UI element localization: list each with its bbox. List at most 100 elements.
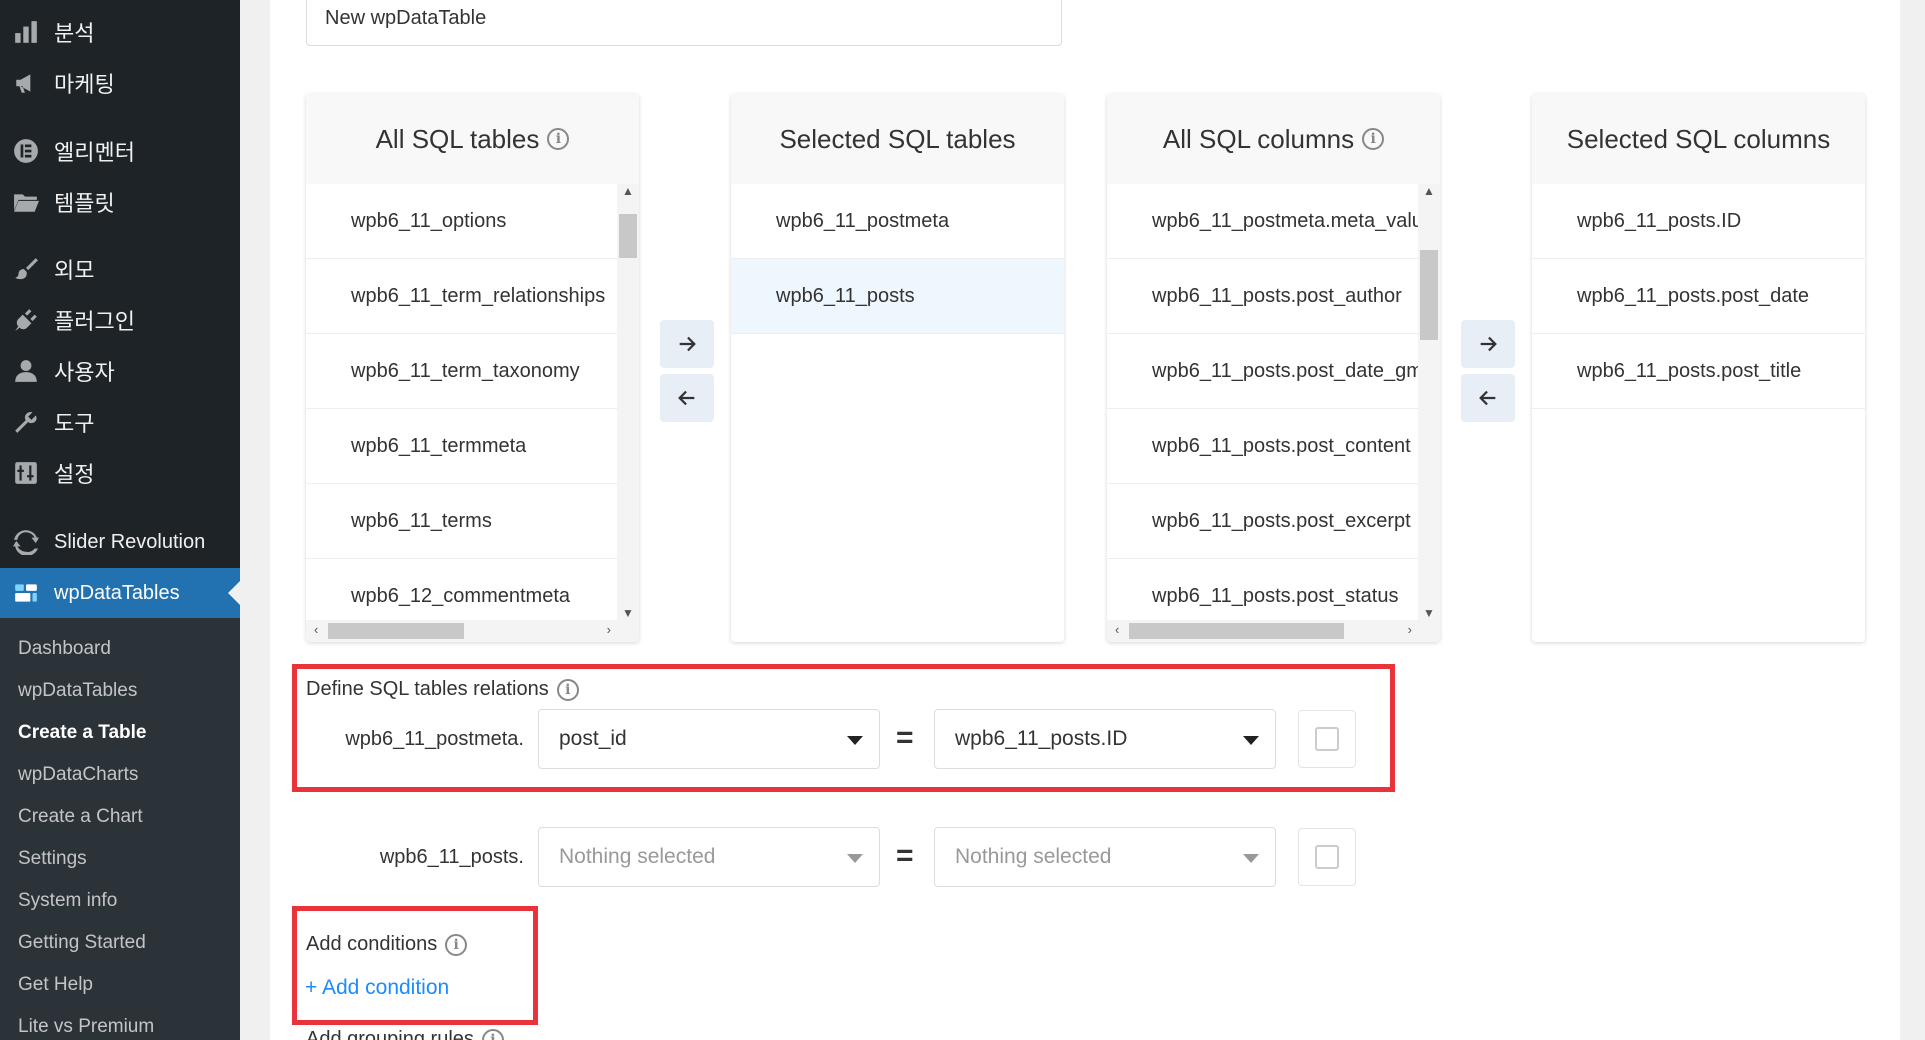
scroll-thumb[interactable] [328, 623, 464, 639]
relations-title-text: Define SQL tables relations [306, 678, 549, 700]
list-item[interactable]: wpb6_11_postmeta.meta_value [1107, 184, 1418, 259]
equals-sign: = [896, 839, 914, 872]
menu-item-appearance[interactable]: 외모 [0, 244, 240, 294]
scroll-down-icon[interactable]: ▼ [1418, 606, 1440, 620]
menu-item-slider-revolution[interactable]: Slider Revolution [0, 517, 240, 567]
list-item[interactable]: wpb6_11_termmeta [306, 409, 639, 484]
list-item[interactable]: wpb6_11_postmeta [731, 184, 1064, 259]
menu-item-label: 분석 [54, 21, 95, 46]
equals-sign: = [896, 721, 914, 754]
horizontal-scrollbar[interactable]: ‹ › [306, 620, 639, 642]
info-icon[interactable]: i [556, 678, 579, 701]
vertical-scrollbar[interactable]: ▲ ▼ [617, 184, 639, 620]
select-placeholder: Nothing selected [955, 845, 1112, 868]
settings-icon [12, 459, 40, 487]
submenu-get-help[interactable]: Get Help [18, 974, 93, 996]
remove-column-button[interactable] [1461, 374, 1515, 422]
scroll-left-icon[interactable]: ‹ [1115, 622, 1119, 637]
menu-item-elementor[interactable]: 엘리멘터 [0, 126, 240, 176]
list-item[interactable]: wpb6_11_posts.post_excerpt [1107, 484, 1418, 559]
horizontal-scrollbar[interactable]: ‹ › [1107, 620, 1440, 642]
scroll-thumb[interactable] [619, 214, 637, 258]
scroll-thumb[interactable] [1129, 623, 1344, 639]
table-name-input[interactable]: New wpDataTable [306, 0, 1062, 46]
menu-item-analytics[interactable]: 분석 [0, 7, 240, 57]
relation-right-select[interactable]: wpb6_11_posts.ID [934, 709, 1276, 769]
add-table-button[interactable] [660, 320, 714, 368]
relation-join-checkbox[interactable] [1298, 710, 1356, 768]
scroll-left-icon[interactable]: ‹ [314, 622, 318, 637]
refresh-icon [12, 528, 40, 556]
vertical-scrollbar[interactable]: ▲ ▼ [1418, 184, 1440, 620]
menu-item-users[interactable]: 사용자 [0, 346, 240, 396]
submenu-dashboard[interactable]: Dashboard [18, 638, 111, 660]
list-item[interactable]: wpb6_11_posts.ID [1532, 184, 1865, 259]
relation-right-select[interactable]: Nothing selected [934, 827, 1276, 887]
relation-join-checkbox[interactable] [1298, 828, 1356, 886]
menu-item-label: 설정 [54, 462, 95, 487]
list-item[interactable]: wpb6_11_posts.post_title [1532, 334, 1865, 409]
panel-header: Selected SQL tables [731, 94, 1064, 184]
scroll-down-icon[interactable]: ▼ [617, 606, 639, 620]
select-value: wpb6_11_posts.ID [955, 727, 1128, 750]
submenu-create-chart[interactable]: Create a Chart [18, 806, 143, 828]
paintbrush-icon [12, 255, 40, 283]
menu-item-label: wpDataTables [54, 581, 180, 604]
select-placeholder: Nothing selected [559, 845, 716, 868]
wrench-icon [12, 408, 40, 436]
arrow-right-icon [1480, 336, 1497, 352]
menu-item-label: 마케팅 [54, 72, 115, 97]
menu-item-plugins[interactable]: 플러그인 [0, 295, 240, 345]
menu-item-marketing[interactable]: 마케팅 [0, 58, 240, 108]
panel-header: Selected SQL columns [1532, 94, 1865, 184]
scroll-right-icon[interactable]: › [1408, 622, 1412, 637]
list-item[interactable]: wpb6_11_term_taxonomy [306, 334, 639, 409]
scroll-right-icon[interactable]: › [607, 622, 611, 637]
submenu-create-table[interactable]: Create a Table [18, 722, 146, 744]
checkbox-box [1315, 727, 1339, 751]
list-item[interactable]: wpb6_11_posts.post_date_gmt [1107, 334, 1418, 409]
submenu-lite-vs-premium[interactable]: Lite vs Premium [18, 1016, 154, 1038]
submenu-wpdatatables[interactable]: wpDataTables [18, 680, 137, 702]
chart-bar-icon [12, 18, 40, 46]
submenu-settings[interactable]: Settings [18, 848, 87, 870]
admin-sidebar: 분석 마케팅 엘리멘터 템플릿 외모 플러그인 사용자 도구 설정 Slider… [0, 0, 240, 1040]
page-scrollbar[interactable] [1900, 0, 1925, 1040]
relation-table-label: wpb6_11_posts. [379, 846, 524, 868]
info-icon[interactable]: i [1362, 128, 1385, 150]
info-icon[interactable]: i [445, 933, 468, 956]
scroll-up-icon[interactable]: ▲ [1418, 184, 1440, 198]
scroll-thumb[interactable] [1420, 250, 1438, 340]
selected-columns-list: wpb6_11_posts.ID wpb6_11_posts.post_date… [1532, 184, 1865, 642]
list-item[interactable]: wpb6_11_options [306, 184, 639, 259]
submenu-wpdatacharts[interactable]: wpDataCharts [18, 764, 138, 786]
remove-table-button[interactable] [660, 374, 714, 422]
add-column-button[interactable] [1461, 320, 1515, 368]
conditions-highlight-box [292, 906, 538, 1025]
list-item[interactable]: wpb6_11_posts.post_content [1107, 409, 1418, 484]
list-item[interactable]: wpb6_11_posts.post_author [1107, 259, 1418, 334]
submenu-system-info[interactable]: System info [18, 890, 117, 912]
menu-item-templates[interactable]: 템플릿 [0, 177, 240, 227]
relation-left-select[interactable]: post_id [538, 709, 880, 769]
menu-item-label: Slider Revolution [54, 530, 206, 553]
submenu-getting-started[interactable]: Getting Started [18, 932, 146, 954]
info-icon[interactable]: i [547, 128, 570, 150]
selected-tables-list: wpb6_11_postmeta wpb6_11_posts [731, 184, 1064, 642]
list-item[interactable]: wpb6_11_posts [731, 259, 1064, 334]
list-item[interactable]: wpb6_11_posts.post_date [1532, 259, 1865, 334]
list-item[interactable]: wpb6_11_terms [306, 484, 639, 559]
menu-item-label: 플러그인 [54, 309, 135, 334]
menu-item-settings[interactable]: 설정 [0, 448, 240, 498]
add-condition-link[interactable]: + Add condition [305, 976, 449, 1000]
caret-down-icon [1243, 736, 1259, 745]
panel-title: All SQL columns [1162, 123, 1355, 154]
relation-left-select[interactable]: Nothing selected [538, 827, 880, 887]
scroll-up-icon[interactable]: ▲ [617, 184, 639, 198]
info-icon[interactable]: i [481, 1028, 504, 1040]
list-item[interactable]: wpb6_11_term_relationships [306, 259, 639, 334]
caret-down-icon [1243, 854, 1259, 863]
menu-item-tools[interactable]: 도구 [0, 397, 240, 447]
arrow-left-icon [1479, 390, 1496, 406]
menu-item-wpdatatables[interactable]: wpDataTables [0, 568, 240, 618]
